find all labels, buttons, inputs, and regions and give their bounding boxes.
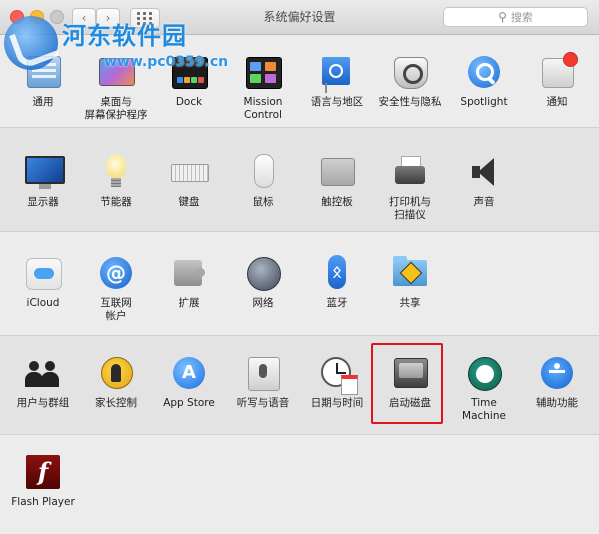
pref-dictation-speech[interactable]: 听写与语音 (227, 355, 299, 410)
users-groups-icon (25, 355, 61, 391)
pref-users-groups[interactable]: 用户与群组 (7, 355, 79, 410)
time-machine-icon (466, 355, 502, 391)
energy-saver-icon (98, 154, 134, 190)
trackpad-icon (319, 154, 355, 190)
internet-accounts-icon: @ (98, 255, 134, 291)
pref-label: 鼠标 (252, 196, 274, 208)
keyboard-icon (171, 154, 209, 190)
flash-player-icon: f (25, 454, 61, 490)
pref-label: 网络 (252, 297, 274, 309)
pref-label: 辅助功能 (536, 397, 578, 409)
displays-icon (25, 154, 65, 190)
sound-icon (466, 154, 502, 190)
pref-label: 节能器 (100, 196, 132, 208)
pref-notifications[interactable]: 通知 (521, 52, 593, 109)
pref-network[interactable]: 网络 (227, 255, 299, 310)
pref-label: 听写与语音 (236, 397, 290, 409)
general-icon (25, 54, 61, 90)
pref-app-store[interactable]: A App Store (153, 355, 225, 410)
pref-desktop-screensaver[interactable]: 桌面与 屏幕保护程序 (80, 54, 152, 122)
pref-label: 蓝牙 (326, 297, 348, 309)
pref-label: 日期与时间 (310, 397, 364, 409)
dictation-speech-icon (245, 355, 281, 391)
search-icon: ⚲ (498, 10, 507, 24)
pref-label: 家长控制 (95, 397, 137, 409)
extensions-icon (171, 255, 207, 291)
date-time-icon (319, 355, 358, 395)
pref-time-machine[interactable]: Time Machine (448, 355, 520, 423)
pref-bluetooth[interactable]: ᛟ 蓝牙 (301, 255, 373, 310)
calendar-icon (341, 375, 358, 395)
pref-displays[interactable]: 显示器 (7, 154, 79, 209)
pref-extensions[interactable]: 扩展 (153, 255, 225, 310)
mission-control-icon (245, 54, 282, 90)
search-field[interactable]: ⚲ 搜索 (443, 7, 588, 27)
pref-trackpad[interactable]: 触控板 (301, 154, 373, 209)
pref-label: 声音 (473, 196, 495, 208)
pref-internet-accounts[interactable]: @ 互联网 帐户 (80, 255, 152, 323)
pref-label: 桌面与 屏幕保护程序 (84, 96, 148, 121)
spotlight-icon (466, 54, 502, 90)
pref-label: Mission Control (243, 96, 283, 121)
printer-icon (392, 154, 428, 190)
sharing-icon (392, 255, 428, 291)
pref-spotlight[interactable]: Spotlight (448, 54, 520, 109)
pref-sharing[interactable]: 共享 (374, 255, 446, 310)
pref-mission-control[interactable]: Mission Control (227, 54, 299, 122)
hardware-section: 显示器 节能器 键盘 鼠标 触控板 打印机与 扫描仪 声音 (0, 128, 599, 232)
network-icon (245, 255, 281, 291)
pref-label: 语言与地区 (310, 96, 364, 108)
pref-label: 通用 (32, 96, 54, 108)
other-section: f Flash Player (0, 435, 599, 534)
desktop-screensaver-icon (98, 54, 135, 90)
pref-label: 键盘 (178, 196, 200, 208)
pref-label: Flash Player (11, 496, 75, 508)
search-placeholder: 搜索 (510, 11, 533, 24)
pref-flash-player[interactable]: f Flash Player (7, 454, 79, 509)
internet-wireless-section: iCloud @ 互联网 帐户 扩展 网络 ᛟ 蓝牙 共享 (0, 232, 599, 336)
dock-icon (171, 54, 208, 90)
parental-controls-icon (98, 355, 134, 391)
pref-label: Spotlight (460, 96, 508, 108)
pref-label: 打印机与 扫描仪 (389, 196, 431, 221)
pref-label: Dock (175, 96, 203, 108)
pref-language-region[interactable]: 语言与地区 (301, 54, 373, 109)
mouse-icon (245, 154, 281, 190)
pref-parental-controls[interactable]: 家长控制 (80, 355, 152, 410)
pref-label: iCloud (26, 297, 60, 309)
pref-icloud[interactable]: iCloud (7, 255, 79, 310)
pref-label: 触控板 (321, 196, 353, 208)
pref-label: Time Machine (462, 397, 506, 422)
pref-label: 显示器 (27, 196, 59, 208)
system-preferences-window: ‹ › 系统偏好设置 ⚲ 搜索 河东软件园 www.pc0359.cn 通用 桌面… (0, 0, 599, 534)
pref-energy-saver[interactable]: 节能器 (80, 154, 152, 209)
pref-sound[interactable]: 声音 (448, 154, 520, 209)
pref-label: 共享 (399, 297, 421, 309)
language-region-icon (319, 54, 355, 93)
app-store-icon: A (171, 355, 207, 391)
pref-label: 互联网 帐户 (100, 297, 132, 322)
pref-label: 通知 (546, 96, 568, 108)
pref-label: 安全性与隐私 (378, 96, 442, 108)
system-section: 用户与群组 家长控制 A App Store 听写与语音 日期与时间 启动磁盘 … (0, 336, 599, 435)
pref-accessibility[interactable]: 辅助功能 (521, 355, 593, 410)
pref-date-time[interactable]: 日期与时间 (301, 355, 373, 410)
bluetooth-icon: ᛟ (319, 255, 355, 291)
personal-section: 通用 桌面与 屏幕保护程序 Dock Mission Control 语言与地区… (0, 35, 599, 128)
pref-dock[interactable]: Dock (153, 54, 225, 109)
pref-label: 扩展 (178, 297, 200, 309)
pref-general[interactable]: 通用 (7, 54, 79, 109)
pref-security-privacy[interactable]: 安全性与隐私 (374, 54, 446, 109)
pref-label: App Store (163, 397, 215, 409)
notifications-icon (539, 52, 578, 90)
title-bar: ‹ › 系统偏好设置 ⚲ 搜索 (0, 0, 599, 35)
startup-disk-highlight-box (371, 343, 443, 424)
accessibility-icon (539, 355, 575, 391)
pref-printers-scanners[interactable]: 打印机与 扫描仪 (374, 154, 446, 222)
pref-mouse[interactable]: 鼠标 (227, 154, 299, 209)
pref-label: 用户与群组 (16, 397, 70, 409)
pref-keyboard[interactable]: 键盘 (153, 154, 225, 209)
security-privacy-icon (392, 54, 428, 90)
icloud-icon (25, 255, 62, 291)
